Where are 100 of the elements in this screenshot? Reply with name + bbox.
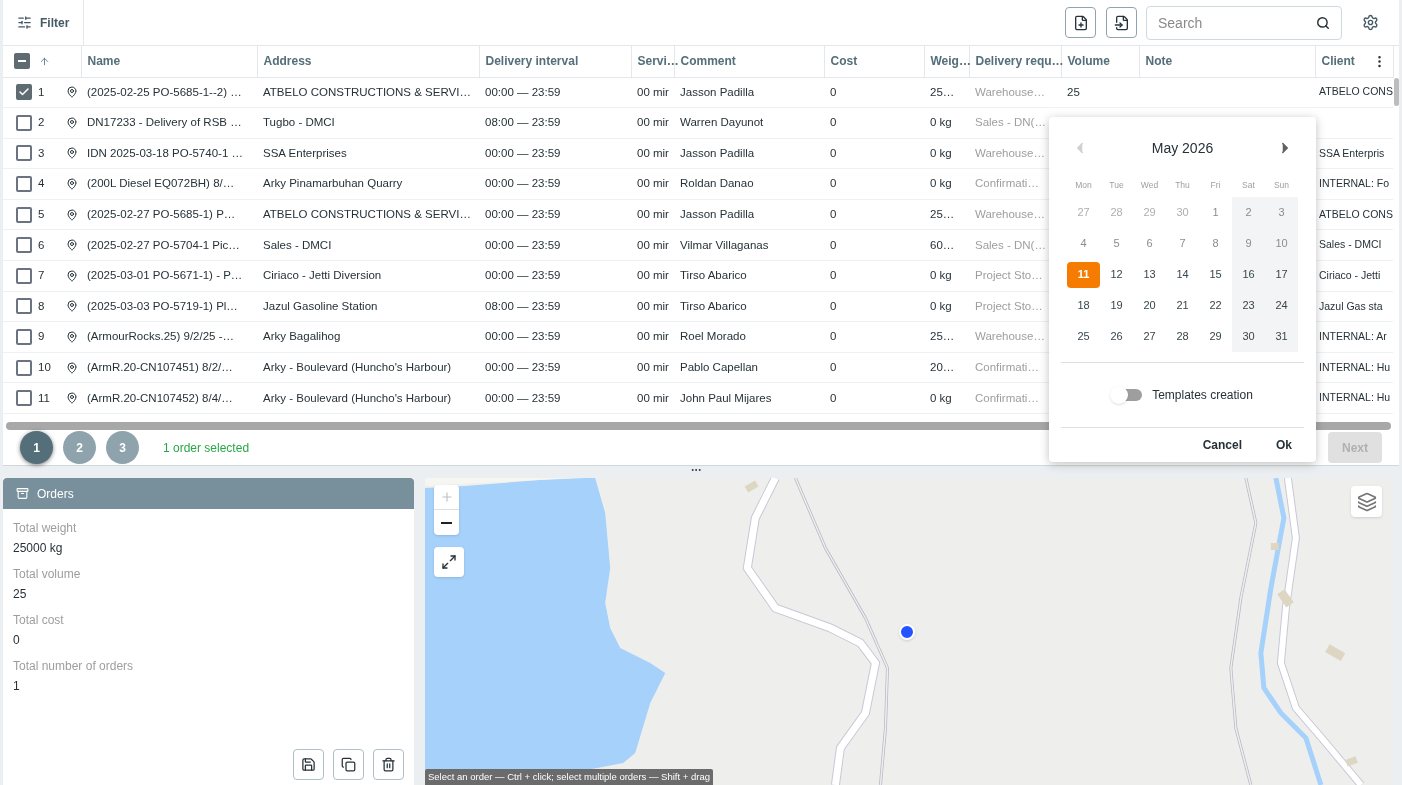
calendar-day[interactable]: 28	[1166, 323, 1199, 350]
search-field[interactable]: Search	[1146, 5, 1342, 40]
table-cell: 00:00 — 23:59	[485, 269, 561, 282]
layers-button[interactable]	[1351, 486, 1382, 517]
calendar-day[interactable]: 13	[1133, 261, 1166, 288]
location-pin-icon	[66, 300, 78, 313]
row-number: 10	[38, 360, 52, 375]
column-header[interactable]: Name	[87, 54, 121, 69]
dialog-button[interactable]: Ok	[1266, 430, 1302, 460]
table-cell: IDN 2025-03-18 PO-5740-1 …	[87, 146, 243, 159]
calendar-day[interactable]: 17	[1265, 261, 1298, 288]
settings-icon[interactable]	[1362, 14, 1379, 31]
location-pin-icon	[66, 116, 78, 129]
column-header[interactable]: Delivery requ…	[975, 54, 1064, 69]
calendar-day[interactable]: 29	[1199, 323, 1232, 350]
row-number: 6	[38, 237, 46, 253]
column-header[interactable]: Address	[263, 54, 312, 69]
calendar-day[interactable]: 25	[1067, 323, 1100, 350]
file-plus-icon	[1072, 14, 1089, 31]
sort-icon[interactable]	[39, 55, 50, 67]
calendar-day[interactable]: 27	[1133, 323, 1166, 350]
checkbox[interactable]	[16, 390, 32, 407]
checkbox[interactable]	[16, 176, 32, 193]
location-pin-icon	[66, 147, 78, 160]
calendar-day[interactable]: 24	[1265, 292, 1298, 319]
checkbox[interactable]	[16, 206, 32, 223]
table-cell: 0 kg	[930, 391, 952, 404]
row-number: 5	[38, 207, 46, 223]
table-cell: Pablo Capellan	[680, 361, 758, 373]
column-header[interactable]: Servi…	[637, 54, 679, 69]
column-header[interactable]: Cost	[830, 54, 858, 69]
calendar-day[interactable]: 30	[1232, 323, 1265, 350]
checkbox[interactable]	[16, 329, 32, 346]
row-number: 8	[38, 298, 46, 314]
checkbox[interactable]	[16, 298, 32, 315]
save-button[interactable]	[293, 749, 324, 780]
checkbox[interactable]	[14, 53, 30, 70]
calendar-day[interactable]: 22	[1199, 292, 1232, 319]
table-cell: 00:00 — 23:59	[485, 85, 561, 98]
fullscreen-button[interactable]	[434, 547, 464, 577]
table-cell: Arky - Boulevard (Huncho's Harbour)	[263, 391, 452, 404]
column-header[interactable]: Volume	[1067, 54, 1110, 69]
table-cell: Vilmar Villaganas	[680, 238, 769, 251]
table-cell: 00 mir	[637, 146, 669, 159]
calendar-day[interactable]: 19	[1100, 292, 1133, 319]
trash-icon	[381, 757, 396, 772]
table-cell: Project Sto…	[975, 299, 1043, 312]
stat-label: Total weight	[13, 520, 78, 537]
table-cell: 00:00 — 23:59	[485, 361, 561, 373]
add-file-button[interactable]	[1065, 7, 1096, 38]
stat-value: 1	[13, 678, 21, 695]
calendar-day[interactable]: 20	[1133, 292, 1166, 319]
table-cell: Ciriaco - Jetti	[1319, 269, 1381, 281]
calendar-day[interactable]: 12	[1100, 261, 1133, 288]
page-step[interactable]: 1	[20, 431, 53, 464]
table-cell: 00 mir	[637, 269, 669, 282]
checkbox[interactable]	[16, 359, 32, 376]
calendar-day[interactable]: 23	[1232, 292, 1265, 319]
column-header[interactable]: Delivery interval	[485, 54, 579, 69]
calendar-day[interactable]: 15	[1199, 261, 1232, 288]
toggle-switch[interactable]	[1112, 389, 1143, 401]
table-cell: 0 kg	[930, 299, 952, 312]
calendar-day[interactable]: 18	[1067, 292, 1100, 319]
table-cell: 00:00 — 23:59	[485, 330, 561, 343]
table-cell: 25…	[930, 85, 955, 98]
calendar-day[interactable]: 21	[1166, 292, 1199, 319]
checkbox[interactable]	[16, 114, 32, 131]
checkbox[interactable]	[16, 237, 32, 254]
dialog-button[interactable]: Cancel	[1192, 430, 1252, 460]
table-cell: Tirso Abarico	[680, 299, 747, 312]
stat-label: Total volume	[13, 566, 82, 583]
table-cell: ATBELO CONSTRUCTIONS & SERVI…	[263, 208, 471, 221]
calendar-day[interactable]: 14	[1166, 261, 1199, 288]
copy-button[interactable]	[333, 749, 364, 780]
delete-button[interactable]	[373, 749, 404, 780]
table-cell: INTERNAL: Ar	[1319, 330, 1387, 343]
calendar-day[interactable]: 26	[1100, 323, 1133, 350]
checkbox[interactable]	[16, 267, 32, 284]
column-header[interactable]: Comment	[680, 54, 736, 69]
filter-button[interactable]: Filter	[3, 0, 85, 45]
calendar-day[interactable]: 16	[1232, 261, 1265, 288]
checkbox[interactable]	[16, 84, 32, 101]
table-cell: (ArmourRocks.25) 9/2/25 -…	[87, 330, 234, 343]
weekday-label: Sun	[1272, 179, 1291, 192]
import-file-button[interactable]	[1106, 7, 1137, 38]
table-cell: 0	[830, 299, 837, 312]
checkbox[interactable]	[16, 145, 32, 162]
column-header[interactable]: Weig…	[930, 54, 971, 69]
weekday-label: Wed	[1139, 179, 1160, 192]
table-cell: 20…	[930, 361, 955, 373]
table-cell: 00 mir	[637, 116, 669, 129]
table-cell: 00 mir	[637, 208, 669, 221]
table-cell: (ArmR.20-CN107452) 8/4/…	[87, 391, 233, 404]
calendar-day[interactable]: 31	[1265, 323, 1298, 350]
column-header[interactable]: Client	[1321, 52, 1355, 71]
table-cell: ATBELO CONS	[1319, 85, 1393, 98]
column-header[interactable]: Note	[1145, 54, 1173, 69]
panel-title: Orders	[37, 485, 74, 503]
scrollbar-thumb[interactable]	[1393, 78, 1399, 106]
table-cell: (2025-02-27 PO-5685-1) P…	[87, 208, 236, 221]
